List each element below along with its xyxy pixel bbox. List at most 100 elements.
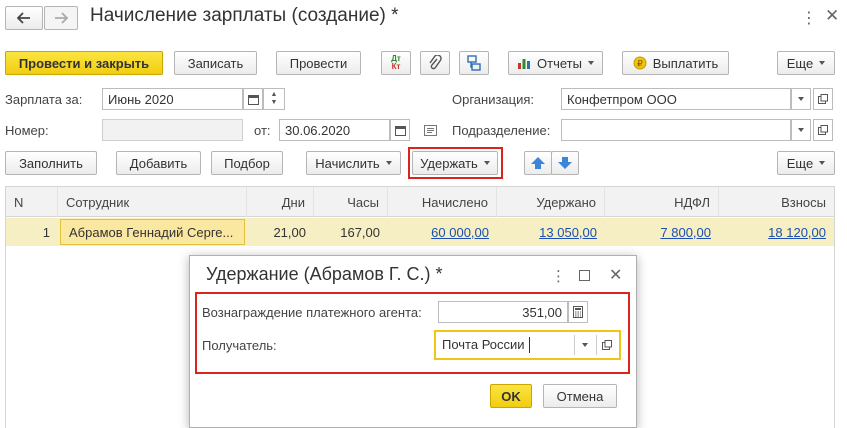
cell-days: 21,00: [273, 224, 306, 240]
text-cursor: [529, 337, 530, 353]
number-field[interactable]: [102, 119, 243, 141]
cell-contributions[interactable]: 18 120,00: [719, 218, 834, 246]
calendar-icon: [247, 94, 259, 105]
withheld-link[interactable]: 13 050,00: [539, 225, 597, 240]
ok-button[interactable]: OK: [490, 384, 532, 408]
calculator-button[interactable]: [568, 301, 588, 323]
calendar-icon: [394, 125, 406, 136]
paperclip-icon: [429, 55, 442, 70]
division-dropdown-button[interactable]: [791, 119, 811, 141]
chevron-down-icon: [581, 343, 588, 347]
maximize-icon[interactable]: [579, 270, 590, 281]
table-more-button[interactable]: Еще: [777, 151, 835, 175]
close-icon[interactable]: ✕: [825, 6, 839, 26]
column-header-n[interactable]: N: [6, 187, 58, 217]
recipient-open-button[interactable]: [596, 335, 616, 355]
division-open-button[interactable]: [813, 119, 833, 141]
recipient-field-wrapper: Почта России: [434, 330, 621, 360]
accrued-link[interactable]: 60 000,00: [431, 225, 489, 240]
forward-button[interactable]: [44, 6, 78, 30]
salary-for-field[interactable]: Июнь 2020: [102, 88, 243, 110]
cell-accrued[interactable]: 60 000,00: [388, 218, 497, 246]
cell-hours: 167,00: [340, 224, 380, 240]
table-header: N Сотрудник Дни Часы Начислено Удержано …: [6, 187, 834, 217]
date-calendar-button[interactable]: [390, 119, 410, 141]
structure-button[interactable]: [459, 51, 489, 75]
accrue-button[interactable]: Начислить: [306, 151, 401, 175]
date-field[interactable]: 30.06.2020: [279, 119, 390, 141]
cancel-button[interactable]: Отмена: [543, 384, 617, 408]
page-title: Начисление зарплаты (создание) *: [90, 5, 399, 26]
chevron-down-icon: [587, 61, 594, 65]
cell-withheld[interactable]: 13 050,00: [497, 218, 605, 246]
save-button[interactable]: Записать: [174, 51, 257, 75]
open-external-icon: [818, 94, 828, 104]
column-header-accrued[interactable]: Начислено: [388, 187, 497, 217]
chevron-down-icon: [385, 161, 392, 165]
contributions-link[interactable]: 18 120,00: [768, 225, 826, 240]
recipient-label: Получатель:: [202, 338, 277, 353]
select-button[interactable]: Подбор: [211, 151, 283, 175]
fee-label: Вознаграждение платежного агента:: [202, 305, 422, 320]
fee-value: 351,00: [522, 304, 562, 320]
division-field[interactable]: [561, 119, 791, 141]
column-header-withheld[interactable]: Удержано: [497, 187, 605, 217]
post-button[interactable]: Провести: [276, 51, 361, 75]
more-label: Еще: [786, 55, 814, 71]
chevron-down-icon: [819, 61, 826, 65]
organization-dropdown-button[interactable]: [791, 88, 811, 110]
comment-icon[interactable]: [424, 124, 437, 139]
number-label: Номер:: [5, 123, 49, 138]
column-header-ndfl[interactable]: НДФЛ: [605, 187, 719, 217]
move-down-button[interactable]: [551, 151, 579, 175]
open-external-icon: [818, 125, 828, 135]
table-row[interactable]: 1 Абрамов Геннадий Серге... 21,00 167,00…: [6, 218, 834, 246]
organization-open-button[interactable]: [813, 88, 833, 110]
more-button[interactable]: Еще: [777, 51, 835, 75]
cell-n: 1: [42, 224, 50, 240]
back-button[interactable]: [5, 6, 43, 30]
column-header-employee[interactable]: Сотрудник: [58, 187, 247, 217]
spin-button[interactable]: ▲ ▼: [263, 88, 285, 110]
coin-icon: ₽: [633, 56, 647, 70]
more-vertical-icon[interactable]: ⋮: [551, 267, 566, 285]
kt-label: Кт: [391, 62, 401, 71]
arrow-right-icon: [55, 12, 68, 24]
organization-label: Организация:: [452, 92, 535, 107]
arrow-left-icon: [17, 12, 30, 24]
dt-kt-button[interactable]: Дт Кт: [381, 51, 411, 75]
accrue-label: Начислить: [315, 155, 380, 171]
dialog-title: Удержание (Абрамов Г. С.) *: [206, 264, 443, 284]
cell-employee[interactable]: Абрамов Геннадий Серге...: [60, 219, 245, 245]
pay-button[interactable]: ₽ Выплатить: [622, 51, 729, 75]
reports-button[interactable]: Отчеты: [508, 51, 603, 75]
cell-ndfl[interactable]: 7 800,00: [605, 218, 719, 246]
attach-button[interactable]: [420, 51, 450, 75]
withhold-highlight: [408, 147, 503, 179]
chevron-down-icon: [819, 161, 826, 165]
fee-field[interactable]: 351,00: [438, 301, 568, 323]
recipient-field[interactable]: Почта России: [442, 337, 525, 352]
column-header-hours[interactable]: Часы: [314, 187, 388, 217]
move-up-button[interactable]: [524, 151, 552, 175]
bar-chart-icon: [518, 59, 531, 69]
column-header-days[interactable]: Дни: [247, 187, 314, 217]
post-and-close-button[interactable]: Провести и закрыть: [5, 51, 163, 75]
add-button[interactable]: Добавить: [116, 151, 201, 175]
more-vertical-icon[interactable]: ⋮: [801, 8, 817, 28]
organization-field[interactable]: Конфетпром ООО: [561, 88, 791, 110]
document-structure-icon: [467, 55, 481, 71]
table-more-label: Еще: [786, 155, 814, 171]
salary-for-label: Зарплата за:: [5, 92, 83, 107]
calculator-icon: [573, 306, 583, 318]
arrow-up-icon: [531, 157, 545, 169]
fill-button[interactable]: Заполнить: [5, 151, 97, 175]
spin-up-icon: ▲: [270, 91, 278, 98]
close-icon[interactable]: ✕: [609, 265, 622, 285]
ndfl-link[interactable]: 7 800,00: [660, 225, 711, 240]
arrow-down-icon: [558, 157, 572, 169]
column-header-contributions[interactable]: Взносы: [719, 187, 834, 217]
calendar-button[interactable]: [243, 88, 263, 110]
recipient-dropdown-button[interactable]: [574, 335, 594, 355]
chevron-down-icon: [798, 97, 804, 101]
